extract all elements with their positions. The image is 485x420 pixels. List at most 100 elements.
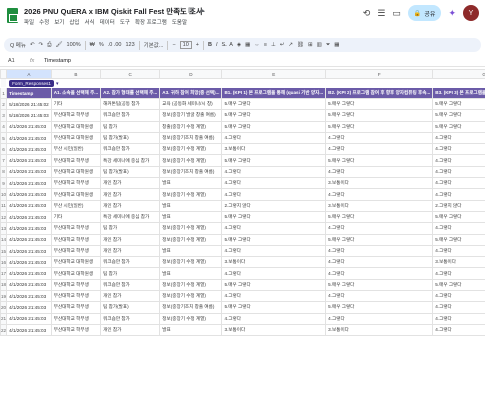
table-cell[interactable]: 정보(중장기 수정 계열) bbox=[159, 143, 223, 156]
table-cell[interactable]: 4.그렇다 bbox=[432, 188, 485, 201]
table-cell[interactable]: 정보(중장기 수정 계열) bbox=[159, 290, 223, 303]
table-cell[interactable]: 정보(중장기 발굴 창출 여름) bbox=[159, 109, 223, 122]
column-title[interactable]: Timestamp bbox=[6, 87, 52, 99]
table-cell[interactable]: 4.그렇다 bbox=[221, 267, 327, 280]
table-cell[interactable]: 개인 참가 bbox=[100, 290, 161, 303]
table-cell[interactable]: 2.그렇지 않다 bbox=[221, 199, 327, 212]
cloud-status-icon[interactable]: ☁ bbox=[198, 6, 205, 14]
table-cell[interactable]: 정보(중장기조치 창출 여름) bbox=[159, 301, 223, 314]
table-cell[interactable]: 4.그렇다 bbox=[432, 267, 485, 280]
number-format-button[interactable]: 123 bbox=[125, 42, 134, 48]
table-cell[interactable]: 팀 참가(발표) bbox=[100, 165, 161, 179]
move-folder-icon[interactable]: ▤ bbox=[188, 6, 195, 14]
column-title[interactable]: A2. 참가 형태를 선택해 주... bbox=[100, 87, 161, 99]
table-cell[interactable]: 4.그렇다 bbox=[325, 244, 434, 258]
table-cell[interactable]: 워크숍만 참가 bbox=[100, 312, 161, 325]
table-cell[interactable]: 4/1/2026 21:45:03 bbox=[6, 267, 52, 280]
table-cell[interactable]: 워크숍만 참가 bbox=[100, 256, 161, 269]
table-cell[interactable]: 5.매우 그렇다 bbox=[432, 120, 485, 133]
table-cell[interactable]: 3.보통이다 bbox=[221, 256, 327, 269]
table-cell[interactable]: 4.그렇다 bbox=[432, 290, 485, 303]
table-cell[interactable]: 팀 참가 bbox=[100, 120, 161, 133]
align-icon[interactable]: ≡ bbox=[264, 42, 267, 48]
table-cell[interactable]: 4/1/2026 21:45:03 bbox=[6, 143, 52, 156]
table-cell[interactable]: 정보(중장기조치 창출 여름) bbox=[159, 165, 223, 179]
text-color-icon[interactable]: A bbox=[229, 42, 233, 48]
table-cell[interactable]: 4.그렇다 bbox=[432, 323, 485, 337]
table-cell[interactable]: 4/1/2026 21:45:03 bbox=[6, 290, 52, 303]
paint-format-icon[interactable]: 🖌 bbox=[56, 42, 63, 48]
table-cell[interactable]: 5.매우 그렇다 bbox=[325, 278, 434, 292]
table-cell[interactable]: 4/1/2026 21:45:03 bbox=[6, 188, 52, 201]
table-cell[interactable]: 정보(중장기 수정 계열) bbox=[159, 222, 223, 235]
decimal-buttons[interactable]: .0 .00 bbox=[108, 42, 122, 48]
menu-extensions[interactable]: 확장 프로그램 bbox=[135, 18, 167, 26]
column-header[interactable]: D bbox=[159, 69, 223, 79]
column-header[interactable]: G bbox=[432, 69, 485, 79]
table-cell[interactable]: 특강 세미나에 중심 참가 bbox=[100, 154, 161, 167]
table-cell[interactable]: 4.그렇다 bbox=[432, 143, 485, 156]
table-cell[interactable]: 부산대학교 대학원생 bbox=[50, 120, 102, 133]
column-header[interactable]: E bbox=[221, 69, 327, 79]
font-size-input[interactable]: 10 bbox=[179, 41, 192, 49]
table-cell[interactable]: 4/1/2026 21:45:03 bbox=[6, 177, 52, 190]
table-cell[interactable]: 개인 참가 bbox=[100, 233, 161, 246]
search-menus[interactable]: Q 메뉴 bbox=[10, 41, 26, 49]
table-cell[interactable]: 기타 bbox=[50, 210, 102, 224]
table-cell[interactable]: 5.매우 그렇다 bbox=[221, 120, 327, 133]
name-box[interactable]: A1 bbox=[0, 58, 30, 64]
table-cell[interactable]: 부산대학교 학부생 bbox=[50, 177, 102, 190]
table-cell[interactable]: 팀 참가(발표) bbox=[100, 131, 161, 145]
table-cell[interactable]: 개인 참가 bbox=[100, 244, 161, 258]
menu-file[interactable]: 파일 bbox=[24, 18, 34, 26]
table-cell[interactable]: 부산대학교 학부생 bbox=[50, 323, 102, 337]
share-button[interactable]: 🔒 공유 bbox=[407, 5, 442, 21]
link-icon[interactable]: ⛓ bbox=[297, 42, 304, 48]
table-cell[interactable]: 4/1/2026 21:45:03 bbox=[6, 301, 52, 314]
chart-icon[interactable]: ▥ bbox=[317, 42, 322, 48]
print-icon[interactable]: ⎙ bbox=[47, 42, 51, 49]
table-cell[interactable]: 팀 참가 bbox=[100, 222, 161, 235]
table-cell[interactable]: 5.매우 그렇다 bbox=[432, 109, 485, 122]
font-size-decrease[interactable]: − bbox=[172, 42, 175, 48]
valign-icon[interactable]: ⊥ bbox=[271, 42, 276, 48]
table-cell[interactable]: 부산 시민(일반) bbox=[50, 143, 102, 156]
table-cell[interactable]: 부산대학교 대학원생 bbox=[50, 267, 102, 280]
table-cell[interactable]: 4.그렇다 bbox=[221, 244, 327, 258]
percent-button[interactable]: % bbox=[99, 42, 104, 48]
table-cell[interactable]: 창출(중장기 수정 계열) bbox=[159, 120, 223, 133]
table-cell[interactable]: 4.그렇다 bbox=[432, 154, 485, 167]
chevron-down-icon[interactable]: ▾ bbox=[56, 81, 59, 87]
table-cell[interactable]: 부산대학교 대학원생 bbox=[50, 256, 102, 269]
table-cell[interactable]: 부산대학교 학부생 bbox=[50, 312, 102, 325]
column-title[interactable]: B1. (KPI 1) 본 프로그램을 통해 (quasi 기반 양자... bbox=[221, 87, 327, 99]
spreadsheet-grid[interactable]: ABCDEFGHForm_Responses1▾1TimestampA1. 소속… bbox=[0, 69, 485, 420]
table-cell[interactable]: 정보(중장기 수정 계열) bbox=[159, 188, 223, 201]
table-cell[interactable]: 워크숍만 참가 bbox=[100, 109, 161, 122]
menu-data[interactable]: 데이터 bbox=[100, 18, 115, 26]
table-cell[interactable]: 3.보통이다 bbox=[432, 256, 485, 269]
table-cell[interactable]: 개인 참가 bbox=[100, 323, 161, 337]
table-cell[interactable]: 4.그렇다 bbox=[325, 188, 434, 201]
filter-icon[interactable]: ⏷ bbox=[326, 42, 330, 49]
table-cell[interactable]: 3.보통이다 bbox=[325, 199, 434, 212]
table-cell[interactable]: 4.그렇다 bbox=[325, 256, 434, 269]
table-cell[interactable]: 해커톤팀(공동 참가 bbox=[100, 97, 161, 111]
table-cell[interactable]: 5.매우 그렇다 bbox=[325, 120, 434, 133]
table-cell[interactable]: 4.그렇다 bbox=[432, 301, 485, 314]
table-cell[interactable]: 4/1/2026 21:45:03 bbox=[6, 278, 52, 292]
sheets-logo-icon[interactable] bbox=[7, 8, 18, 23]
table-cell[interactable]: 5.매우 그렇다 bbox=[221, 210, 327, 224]
table-cell[interactable]: 4/1/2026 21:45:03 bbox=[6, 312, 52, 325]
rotate-icon[interactable]: ↗ bbox=[288, 42, 293, 48]
table-cell[interactable]: 4.그렇다 bbox=[221, 312, 327, 325]
column-title[interactable]: A3. 귀하 참여 희망(중 선택)... bbox=[159, 87, 223, 99]
table-cell[interactable]: 부산 시민(일반) bbox=[50, 199, 102, 212]
table-cell[interactable]: 정보(중장기 수정 계열) bbox=[159, 278, 223, 292]
table-cell[interactable]: 4.그렇다 bbox=[432, 222, 485, 235]
table-cell[interactable]: 5.매우 그렇다 bbox=[221, 301, 327, 314]
table-cell[interactable]: 개인 참가 bbox=[100, 177, 161, 190]
table-cell[interactable]: 팀 참가(발표) bbox=[100, 301, 161, 314]
table-cell[interactable]: 5.매우 그렇다 bbox=[325, 210, 434, 224]
font-select[interactable]: 기본값... bbox=[144, 41, 164, 49]
